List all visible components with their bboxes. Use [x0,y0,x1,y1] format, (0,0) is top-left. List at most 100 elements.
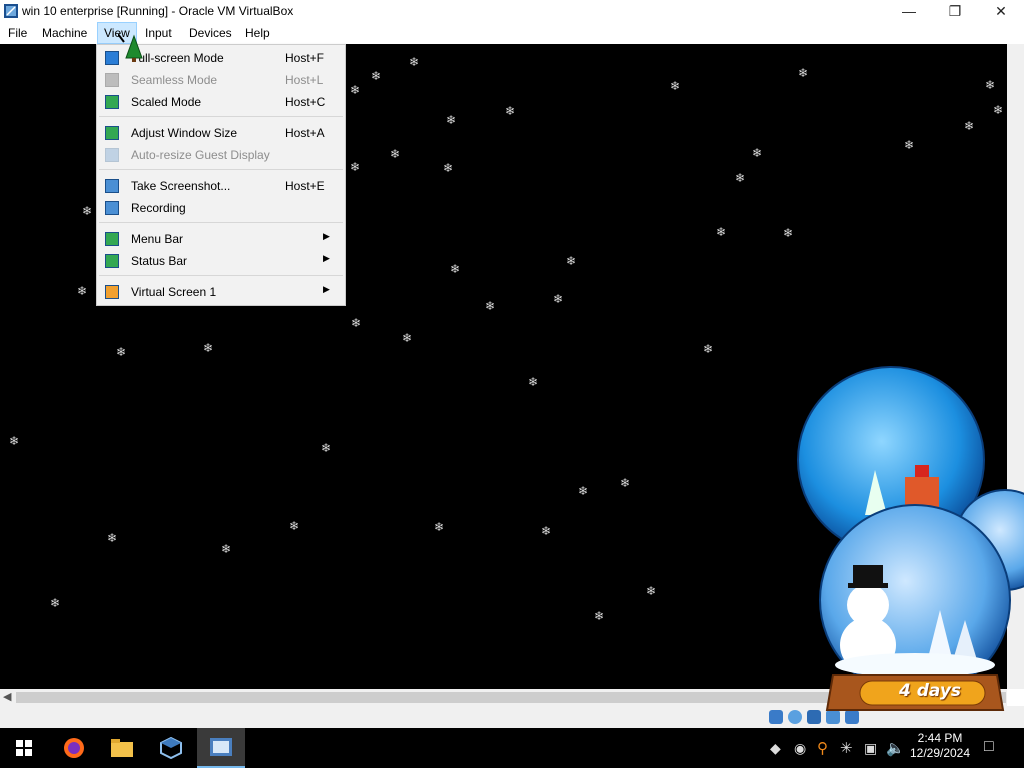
snowflake-icon: ❄ [390,147,401,161]
snowflake-icon: ❄ [566,254,577,268]
submenu-arrow-icon: ▶ [323,284,330,294]
hard-disk-icon[interactable] [769,710,783,724]
firefox-icon [64,738,84,758]
scaled-icon [105,95,119,109]
network-tray-icon[interactable]: ▣ [864,740,877,757]
christmas-tree-cursor-icon [118,34,143,62]
snowflake-icon: ❄ [553,292,564,306]
clock-time: 2:44 PM [917,731,963,745]
snowflake-icon: ❄ [434,520,445,534]
fullscreen-icon [105,51,119,65]
view-menu-dropdown: Full-screen Mode Host+F Seamless Mode Ho… [96,44,346,306]
snowflake-icon: ❄ [9,434,20,448]
snowflake-icon: ❄ [505,104,516,118]
snowflake-icon: ❄ [985,78,996,92]
snowflake-icon: ❄ [446,113,457,127]
notifications-icon[interactable]: □ [984,738,994,756]
volume-icon[interactable]: 🔈 [886,739,905,757]
taskbar-file-explorer[interactable] [98,728,146,768]
menu-file[interactable]: File [2,22,33,44]
snowflake-icon: ❄ [646,584,657,598]
snowflake-icon: ❄ [578,484,589,498]
taskbar-vm-window[interactable] [197,728,245,768]
snowflake-icon: ❄ [289,519,300,533]
snowflake-icon: ❄ [964,119,975,133]
menu-item-label: Menu Bar [131,232,184,246]
menu-bar-icon [105,232,119,246]
menu-item-label: Full-screen Mode [131,51,224,65]
snowflake-icon: ❄ [350,83,361,97]
menu-item-label: Take Screenshot... [131,179,231,193]
menu-help[interactable]: Help [239,22,276,44]
taskbar: ◆ ◉ ⚲ ✳ ▣ 🔈 □ [0,728,1024,768]
snowflake-icon: ❄ [485,299,496,313]
snowflake-icon: ❄ [620,476,631,490]
snowflake-icon: ❄ [541,524,552,538]
snowflake-icon: ❄ [50,596,61,610]
taskbar-firefox[interactable] [50,728,98,768]
menu-item-seamless: Seamless Mode Host+L [97,69,345,91]
virtual-screen-icon [105,285,119,299]
windows-start-icon [16,740,32,756]
countdown-label: 4 days [898,681,962,701]
recording-icon [105,201,119,215]
tray-app-icon[interactable]: ◆ [770,740,781,757]
minimize-icon: — [902,3,916,19]
tray-drop-icon[interactable]: ◉ [794,740,806,757]
menu-input[interactable]: Input [139,22,178,44]
menu-item-take-screenshot[interactable]: Take Screenshot... Host+E [97,175,345,197]
restore-icon: ❐ [948,2,962,19]
snowflake-icon: ❄ [350,160,361,174]
start-button[interactable] [0,728,48,768]
menu-item-recording[interactable]: Recording [97,197,345,219]
snowflake-icon: ❄ [528,375,539,389]
menu-item-shortcut: Host+L [285,73,324,87]
maximize-button[interactable]: ❐ [932,0,978,22]
snow-globe-image [797,366,1024,711]
tray-sparkle-icon[interactable]: ✳ [840,739,853,757]
menu-separator [99,222,343,223]
clock-date: 12/29/2024 [909,746,971,760]
menu-item-scaled[interactable]: Scaled Mode Host+C [97,91,345,113]
scroll-left-arrow-icon[interactable]: ◀ [3,690,11,703]
snowflake-icon: ❄ [107,531,118,545]
snowflake-icon: ❄ [798,66,809,80]
file-explorer-icon [111,739,133,757]
snowflake-icon: ❄ [594,609,605,623]
menu-item-label: Virtual Screen 1 [131,285,217,299]
menu-item-label: Auto-resize Guest Display [131,148,270,162]
snowflake-icon: ❄ [703,342,714,356]
window-title: win 10 enterprise [Running] - Oracle VM … [22,4,294,18]
menu-separator [99,275,343,276]
snowflake-icon: ❄ [443,161,454,175]
menu-item-label: Seamless Mode [131,73,218,87]
snowflake-icon: ❄ [450,262,461,276]
close-button[interactable]: ✕ [978,0,1024,22]
taskbar-virtualbox[interactable] [147,728,195,768]
minimize-button[interactable]: — [886,0,932,22]
snowflake-icon: ❄ [203,341,214,355]
taskbar-clock[interactable]: 2:44 PM 12/29/2024 [905,731,975,761]
adjust-window-icon [105,126,119,140]
snow-globe-countdown-widget[interactable]: 4 days [795,365,1024,728]
virtualbox-icon [160,737,182,759]
menu-item-virtual-screen[interactable]: Virtual Screen 1 ▶ [97,281,345,303]
auto-resize-icon [105,148,119,162]
snowflake-icon: ❄ [409,55,420,69]
menu-item-shortcut: Host+A [285,126,325,140]
menu-item-adjust-window[interactable]: Adjust Window Size Host+A [97,122,345,144]
menu-item-auto-resize: Auto-resize Guest Display [97,144,345,166]
menu-item-label: Adjust Window Size [131,126,238,140]
tray-search-icon[interactable]: ⚲ [817,739,828,757]
snowflake-icon: ❄ [221,542,232,556]
menu-bar: File Machine View Input Devices Help [0,22,1024,44]
menu-item-menu-bar[interactable]: Menu Bar ▶ [97,228,345,250]
submenu-arrow-icon: ▶ [323,231,330,241]
menu-item-shortcut: Host+F [285,51,325,65]
snowflake-icon: ❄ [77,284,88,298]
virtualbox-app-icon[interactable] [3,3,19,19]
menu-devices[interactable]: Devices [183,22,238,44]
menu-machine[interactable]: Machine [36,22,93,44]
menu-item-status-bar[interactable]: Status Bar ▶ [97,250,345,272]
snowflake-icon: ❄ [716,225,727,239]
